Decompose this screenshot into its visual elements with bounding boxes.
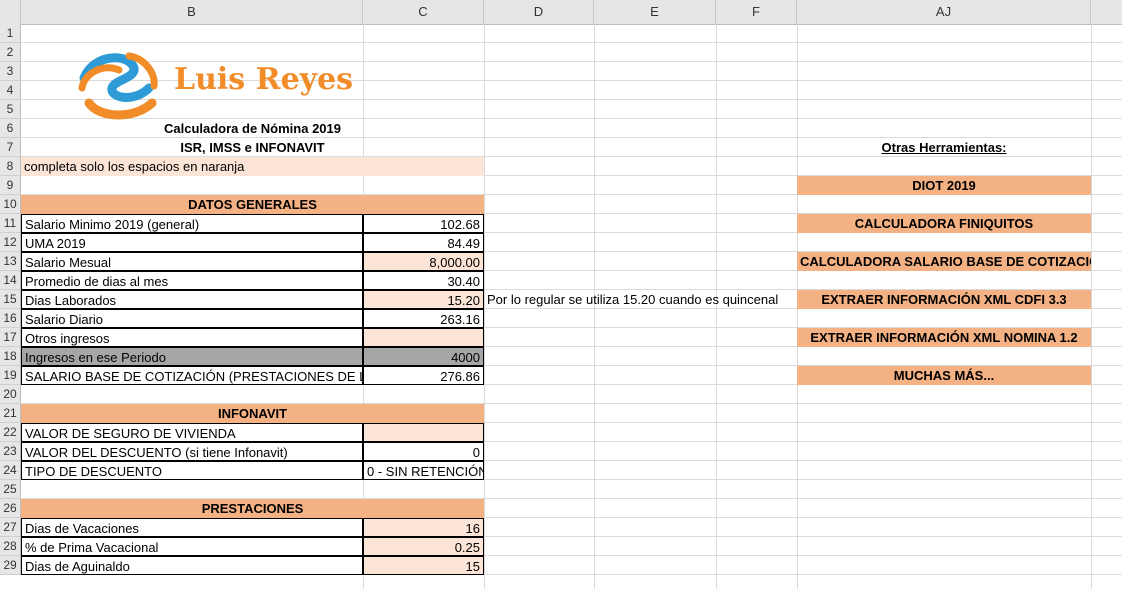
row-header-15[interactable]: 15 bbox=[0, 290, 21, 309]
infonavit-value-3[interactable]: 0 - SIN RETENCIÓN bbox=[363, 461, 484, 480]
row-header-7[interactable]: 7 bbox=[0, 138, 21, 157]
swirl-logo-icon bbox=[78, 52, 158, 120]
datos_generales-label-9[interactable]: SALARIO BASE DE COTIZACIÓN (PRESTACIONES… bbox=[21, 366, 363, 385]
select-all-corner[interactable] bbox=[0, 0, 21, 24]
datos_generales-value-9[interactable]: 276.86 bbox=[363, 366, 484, 385]
infonavit-value-1[interactable] bbox=[363, 423, 484, 442]
row-header-19[interactable]: 19 bbox=[0, 366, 21, 385]
prestaciones-value-2[interactable]: 0.25 bbox=[363, 537, 484, 556]
row-header-5[interactable]: 5 bbox=[0, 100, 21, 119]
prestaciones-label-3[interactable]: Dias de Aguinaldo bbox=[21, 556, 363, 575]
tool-button-6[interactable]: MUCHAS MÁS... bbox=[797, 366, 1091, 385]
infonavit-value-2[interactable]: 0 bbox=[363, 442, 484, 461]
row-header-28[interactable]: 28 bbox=[0, 537, 21, 556]
row-header-26[interactable]: 26 bbox=[0, 499, 21, 518]
tool-button-1[interactable]: DIOT 2019 bbox=[797, 176, 1091, 195]
datos_generales-value-2[interactable]: 84.49 bbox=[363, 233, 484, 252]
tool-button-4[interactable]: EXTRAER INFORMACIÓN XML CDFI 3.3 bbox=[797, 290, 1091, 309]
column-header-f[interactable]: F bbox=[716, 0, 797, 24]
datos_generales-value-6[interactable]: 263.16 bbox=[363, 309, 484, 328]
row-header-24[interactable]: 24 bbox=[0, 461, 21, 480]
tool-button-2[interactable]: CALCULADORA FINIQUITOS bbox=[797, 214, 1091, 233]
infonavit-label-1[interactable]: VALOR DE SEGURO DE VIVIENDA bbox=[21, 423, 363, 442]
otras-herramientas-title: Otras Herramientas: bbox=[881, 140, 1007, 155]
row-header-22[interactable]: 22 bbox=[0, 423, 21, 442]
column-header-d[interactable]: D bbox=[484, 0, 594, 24]
datos_generales-label-7[interactable]: Otros ingresos bbox=[21, 328, 363, 347]
row-header-27[interactable]: 27 bbox=[0, 518, 21, 537]
column-header-bar: B C D E F AJ bbox=[0, 0, 1122, 25]
row-header-2[interactable]: 2 bbox=[0, 43, 21, 62]
title-line-2[interactable]: ISR, IMSS e INFONAVIT bbox=[21, 138, 484, 157]
datos_generales-label-3[interactable]: Salario Mesual bbox=[21, 252, 363, 271]
prestaciones-value-1[interactable]: 16 bbox=[363, 518, 484, 537]
row-header-4[interactable]: 4 bbox=[0, 81, 21, 100]
row-header-12[interactable]: 12 bbox=[0, 233, 21, 252]
datos_generales-label-2[interactable]: UMA 2019 bbox=[21, 233, 363, 252]
row-header-3[interactable]: 3 bbox=[0, 62, 21, 81]
row-header-25[interactable]: 25 bbox=[0, 480, 21, 499]
datos_generales-label-5[interactable]: Dias Laborados bbox=[21, 290, 363, 309]
prestaciones-header[interactable]: PRESTACIONES bbox=[21, 499, 484, 518]
row-header-1[interactable]: 1 bbox=[0, 24, 21, 43]
column-header-c[interactable]: C bbox=[363, 0, 484, 24]
datos_generales-value-7[interactable] bbox=[363, 328, 484, 347]
column-header-aj[interactable]: AJ bbox=[797, 0, 1091, 24]
datos_generales-value-3[interactable]: 8,000.00 bbox=[363, 252, 484, 271]
row-header-9[interactable]: 9 bbox=[0, 176, 21, 195]
datos_generales-value-8[interactable]: 4000 bbox=[363, 347, 484, 366]
row-header-18[interactable]: 18 bbox=[0, 347, 21, 366]
tool-button-5[interactable]: EXTRAER INFORMACIÓN XML NOMINA 1.2 bbox=[797, 328, 1091, 347]
infonavit-header[interactable]: INFONAVIT bbox=[21, 404, 484, 423]
datos_generales-label-1[interactable]: Salario Minimo 2019 (general) bbox=[21, 214, 363, 233]
instruction-text[interactable]: completa solo los espacios en naranja bbox=[21, 157, 484, 176]
row-header-23[interactable]: 23 bbox=[0, 442, 21, 461]
column-header-e[interactable]: E bbox=[594, 0, 716, 24]
prestaciones-label-2[interactable]: % de Prima Vacacional bbox=[21, 537, 363, 556]
infonavit-label-2[interactable]: VALOR DEL DESCUENTO (si tiene Infonavit) bbox=[21, 442, 363, 461]
title-line-1[interactable]: Calculadora de Nómina 2019 bbox=[21, 119, 484, 138]
row-header-10[interactable]: 10 bbox=[0, 195, 21, 214]
row-header-8[interactable]: 8 bbox=[0, 157, 21, 176]
row-header-21[interactable]: 21 bbox=[0, 404, 21, 423]
row-header-16[interactable]: 16 bbox=[0, 309, 21, 328]
luis-reyes-logo: Luis Reyes bbox=[74, 48, 374, 124]
datos_generales-value-1[interactable]: 102.68 bbox=[363, 214, 484, 233]
datos_generales-label-4[interactable]: Promedio de dias al mes bbox=[21, 271, 363, 290]
row-header-20[interactable]: 20 bbox=[0, 385, 21, 404]
datos_generales-value-5[interactable]: 15.20 bbox=[363, 290, 484, 309]
datos-generales-header[interactable]: DATOS GENERALES bbox=[21, 195, 484, 214]
dias-laborados-note[interactable]: Por lo regular se utiliza 15.20 cuando e… bbox=[484, 290, 797, 309]
row-header-11[interactable]: 11 bbox=[0, 214, 21, 233]
prestaciones-value-3[interactable]: 15 bbox=[363, 556, 484, 575]
column-header-next[interactable] bbox=[1091, 0, 1122, 24]
prestaciones-label-1[interactable]: Dias de Vacaciones bbox=[21, 518, 363, 537]
datos_generales-label-6[interactable]: Salario Diario bbox=[21, 309, 363, 328]
row-header-6[interactable]: 6 bbox=[0, 119, 21, 138]
row-header-29[interactable]: 29 bbox=[0, 556, 21, 575]
row-header-14[interactable]: 14 bbox=[0, 271, 21, 290]
logo-text: Luis Reyes bbox=[174, 62, 354, 97]
infonavit-label-3[interactable]: TIPO DE DESCUENTO bbox=[21, 461, 363, 480]
row-header-17[interactable]: 17 bbox=[0, 328, 21, 347]
column-header-b[interactable]: B bbox=[21, 0, 363, 24]
tool-button-3[interactable]: CALCULADORA SALARIO BASE DE COTIZACIÓN bbox=[797, 252, 1091, 271]
datos_generales-label-8[interactable]: Ingresos en ese Periodo bbox=[21, 347, 363, 366]
datos_generales-value-4[interactable]: 30.40 bbox=[363, 271, 484, 290]
row-header-13[interactable]: 13 bbox=[0, 252, 21, 271]
